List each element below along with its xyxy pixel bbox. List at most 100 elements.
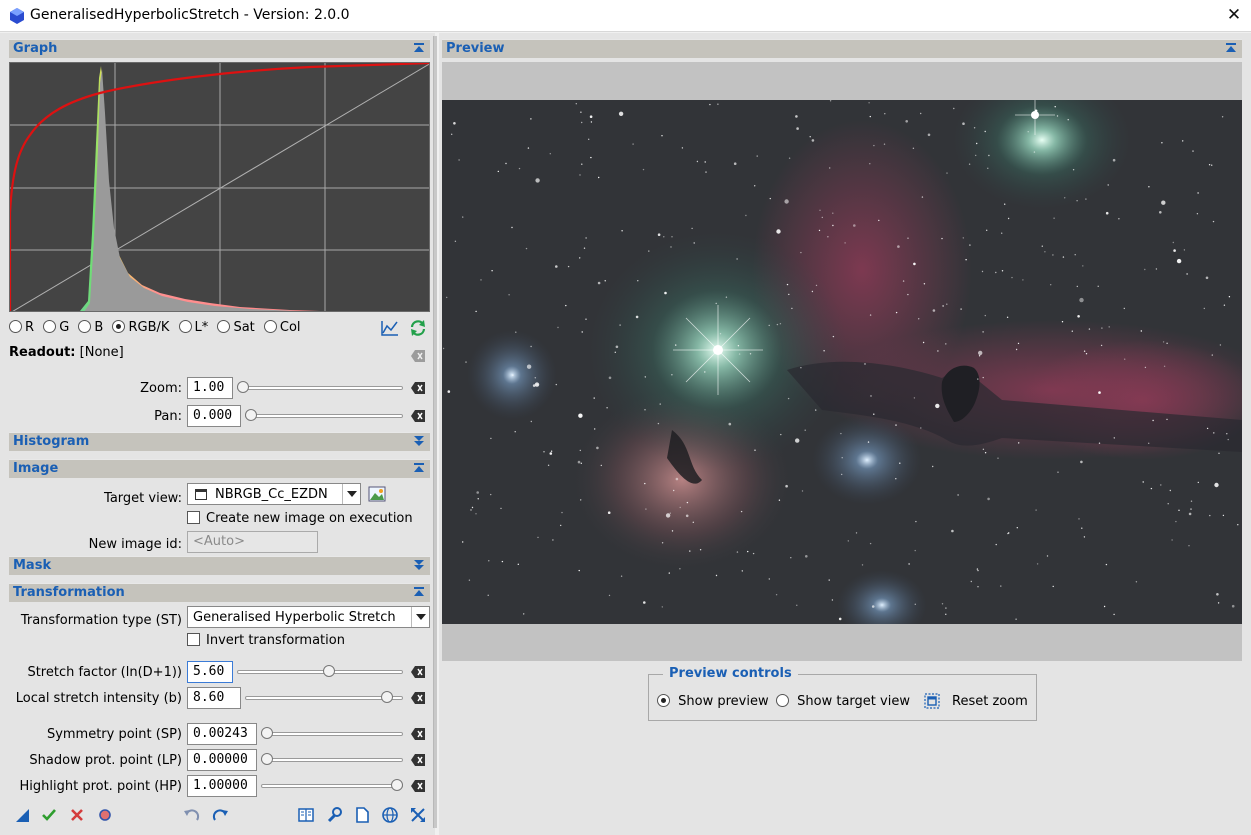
new-image-id-input[interactable]: <Auto> — [187, 531, 318, 553]
reset-zoom-icon[interactable] — [411, 382, 425, 394]
channel-rgbk[interactable]: RGB/K — [112, 320, 169, 335]
undo-icon[interactable] — [183, 806, 201, 824]
stretch-factor-input[interactable]: 5.60 — [187, 661, 233, 683]
zoom-input[interactable]: 1.00 — [187, 377, 233, 399]
graph-plot-icon[interactable] — [381, 319, 399, 337]
zoom-slider-thumb[interactable] — [237, 381, 249, 393]
new-instance-icon[interactable] — [13, 806, 31, 824]
collapse-up-icon[interactable] — [413, 42, 425, 54]
local-stretch-slider[interactable] — [245, 691, 403, 705]
graph-section-header[interactable]: Graph — [9, 39, 430, 58]
cancel-icon[interactable] — [68, 806, 86, 824]
star — [927, 133, 931, 137]
star — [621, 230, 623, 232]
clear-readout-icon[interactable] — [411, 350, 425, 362]
stretch-factor-slider-thumb[interactable] — [323, 665, 336, 677]
browse-icon[interactable] — [381, 806, 399, 824]
reset-pan-icon[interactable] — [411, 410, 425, 422]
star — [575, 103, 577, 105]
expand-icon[interactable] — [409, 806, 427, 824]
shadow-protection-slider[interactable] — [261, 753, 403, 767]
stretch-graph[interactable] — [9, 62, 430, 312]
reset-highlight-protection-icon[interactable] — [411, 780, 425, 792]
star — [705, 171, 707, 173]
reset-zoom-label[interactable]: Reset zoom — [952, 694, 1028, 709]
reset-icon[interactable] — [96, 806, 114, 824]
chevron-down-icon[interactable] — [342, 484, 360, 504]
star — [480, 279, 482, 281]
apply-icon[interactable] — [40, 806, 58, 824]
transformation-type-combo[interactable]: Generalised Hyperbolic Stretch — [187, 606, 430, 628]
channel-g[interactable]: G — [43, 320, 69, 335]
collapse-up-icon[interactable] — [413, 586, 425, 598]
redo-icon[interactable] — [211, 806, 229, 824]
channel-b[interactable]: B — [78, 320, 103, 335]
channel-g-radio[interactable] — [43, 320, 57, 333]
reset-local-stretch-icon[interactable] — [411, 692, 425, 704]
stretch-factor-slider[interactable] — [237, 665, 403, 679]
documentation-icon[interactable] — [297, 806, 315, 824]
mask-section-header[interactable]: Mask — [9, 556, 430, 575]
highlight-protection-slider-thumb[interactable] — [391, 779, 403, 791]
reset-symmetry-point-icon[interactable] — [411, 728, 425, 740]
show-preview-option[interactable]: Show preview — [657, 694, 769, 709]
expand-down-icon[interactable] — [413, 559, 425, 571]
pan-slider[interactable] — [245, 409, 403, 423]
channel-r-radio[interactable] — [9, 320, 22, 333]
refresh-icon[interactable] — [409, 319, 427, 337]
panel-splitter[interactable] — [433, 36, 437, 828]
local-stretch-input[interactable]: 8.60 — [187, 687, 241, 709]
preview-image[interactable] — [442, 100, 1242, 624]
reset-stretch-factor-icon[interactable] — [411, 666, 425, 678]
local-stretch-slider-thumb[interactable] — [380, 691, 393, 703]
star — [977, 378, 979, 380]
histogram-section-header[interactable]: Histogram — [9, 432, 430, 451]
close-window-button[interactable]: ✕ — [1222, 4, 1246, 28]
channel-sat-radio[interactable] — [217, 320, 231, 333]
transformation-section-header[interactable]: Transformation — [9, 583, 430, 602]
shadow-protection-slider-thumb[interactable] — [261, 753, 273, 765]
expand-down-icon[interactable] — [413, 435, 425, 447]
chevron-down-icon[interactable] — [411, 607, 429, 627]
star — [661, 135, 663, 137]
highlight-protection-slider[interactable] — [261, 779, 403, 793]
reset-zoom-icon[interactable] — [923, 692, 941, 710]
collapse-up-icon[interactable] — [1225, 42, 1237, 54]
preferences-icon[interactable] — [325, 806, 343, 824]
channel-sat[interactable]: Sat — [217, 320, 255, 335]
invert-transformation-label[interactable]: Invert transformation — [206, 633, 345, 648]
show-target-view-option[interactable]: Show target view — [776, 694, 910, 709]
show-target-view-radio[interactable] — [776, 694, 789, 707]
reset-shadow-protection-icon[interactable] — [411, 754, 425, 766]
channel-r[interactable]: R — [9, 320, 34, 335]
zoom-slider[interactable] — [237, 381, 403, 395]
copy-icon[interactable] — [353, 806, 371, 824]
channel-col-radio[interactable] — [263, 320, 277, 333]
image-section-header[interactable]: Image — [9, 459, 430, 478]
show-preview-radio[interactable] — [657, 694, 670, 707]
channel-b-radio[interactable] — [78, 320, 92, 333]
star — [847, 540, 849, 542]
symmetry-point-input[interactable]: 0.00243 — [187, 723, 257, 745]
invert-transformation-checkbox[interactable] — [187, 633, 200, 646]
nebula-image — [442, 100, 1242, 624]
preview-section-header[interactable]: Preview — [442, 39, 1242, 58]
symmetry-point-slider[interactable] — [261, 727, 403, 741]
create-new-image-label[interactable]: Create new image on execution — [206, 511, 413, 526]
star — [788, 157, 791, 159]
star — [442, 347, 445, 350]
channel-lstar-radio[interactable] — [178, 320, 192, 333]
channel-col[interactable]: Col — [263, 320, 301, 335]
collapse-up-icon[interactable] — [413, 462, 425, 474]
channel-lstar[interactable]: L* — [178, 320, 208, 335]
star — [1008, 532, 1010, 534]
channel-rgbk-radio[interactable] — [112, 320, 126, 333]
pan-slider-thumb[interactable] — [245, 409, 257, 421]
shadow-protection-input[interactable]: 0.00000 — [187, 749, 257, 771]
symmetry-point-slider-thumb[interactable] — [261, 727, 273, 739]
highlight-protection-input[interactable]: 1.00000 — [187, 775, 257, 797]
pan-input[interactable]: 0.000 — [187, 405, 241, 427]
create-new-image-checkbox[interactable] — [187, 511, 200, 524]
select-view-icon[interactable] — [368, 485, 386, 503]
target-view-combo[interactable]: NBRGB_Cc_EZDN — [187, 483, 361, 505]
